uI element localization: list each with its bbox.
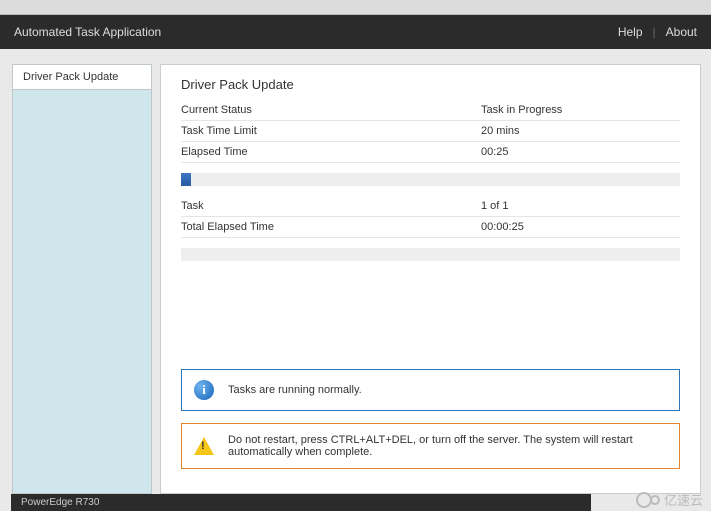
label: Task Time Limit bbox=[181, 125, 481, 137]
app-header: Automated Task Application Help | About bbox=[0, 15, 711, 49]
model-label: PowerEdge R730 bbox=[21, 497, 99, 508]
summary-row: Total Elapsed Time 00:00:25 bbox=[181, 217, 680, 238]
header-actions: Help | About bbox=[618, 25, 697, 39]
label: Elapsed Time bbox=[181, 146, 481, 158]
app-title: Automated Task Application bbox=[14, 25, 161, 39]
warning-icon bbox=[194, 437, 214, 455]
spacer bbox=[181, 271, 680, 369]
watermark-text: 亿速云 bbox=[664, 490, 703, 509]
window-chrome bbox=[0, 0, 711, 15]
footer-bar: PowerEdge R730 bbox=[11, 494, 591, 511]
label: Total Elapsed Time bbox=[181, 221, 481, 233]
label: Current Status bbox=[181, 104, 481, 116]
info-message-box: i Tasks are running normally. bbox=[181, 369, 680, 411]
task-progress-bar bbox=[181, 173, 680, 186]
separator: | bbox=[653, 25, 656, 39]
about-link[interactable]: About bbox=[666, 25, 697, 39]
status-row: Current Status Task in Progress bbox=[181, 100, 680, 121]
watermark-icon bbox=[650, 495, 660, 505]
info-message-text: Tasks are running normally. bbox=[228, 384, 362, 396]
value: Task in Progress bbox=[481, 104, 680, 116]
task-progress-fill bbox=[181, 173, 191, 186]
watermark: 亿速云 bbox=[636, 490, 703, 509]
warning-message-text: Do not restart, press CTRL+ALT+DEL, or t… bbox=[228, 434, 667, 458]
status-row: Task Time Limit 20 mins bbox=[181, 121, 680, 142]
page-title: Driver Pack Update bbox=[181, 77, 680, 92]
label: Task bbox=[181, 200, 481, 212]
value: 1 of 1 bbox=[481, 200, 680, 212]
value: 00:25 bbox=[481, 146, 680, 158]
summary-row: Task 1 of 1 bbox=[181, 196, 680, 217]
body: Driver Pack Update Driver Pack Update Cu… bbox=[0, 49, 711, 494]
warning-message-box: Do not restart, press CTRL+ALT+DEL, or t… bbox=[181, 423, 680, 469]
info-icon: i bbox=[194, 380, 214, 400]
sidebar-item-driver-pack-update[interactable]: Driver Pack Update bbox=[13, 65, 151, 90]
main-panel: Driver Pack Update Current Status Task i… bbox=[160, 64, 701, 494]
sidebar: Driver Pack Update bbox=[12, 64, 152, 494]
value: 20 mins bbox=[481, 125, 680, 137]
help-link[interactable]: Help bbox=[618, 25, 643, 39]
total-progress-bar bbox=[181, 248, 680, 261]
status-row: Elapsed Time 00:25 bbox=[181, 142, 680, 163]
value: 00:00:25 bbox=[481, 221, 680, 233]
